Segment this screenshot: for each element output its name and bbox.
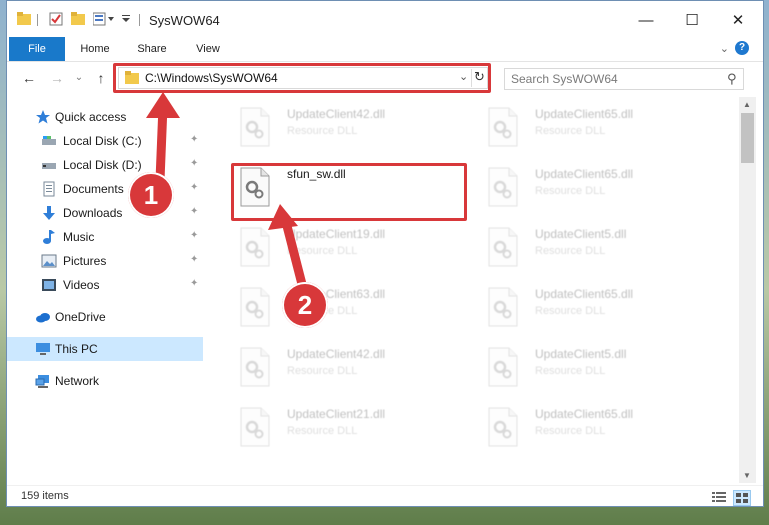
callout-1-badge: 1 [128,172,174,218]
annotation-arrows [146,92,309,294]
callout-2-badge: 2 [282,282,328,328]
arrow-head-2 [268,204,298,230]
arrow-head-1 [146,92,180,118]
